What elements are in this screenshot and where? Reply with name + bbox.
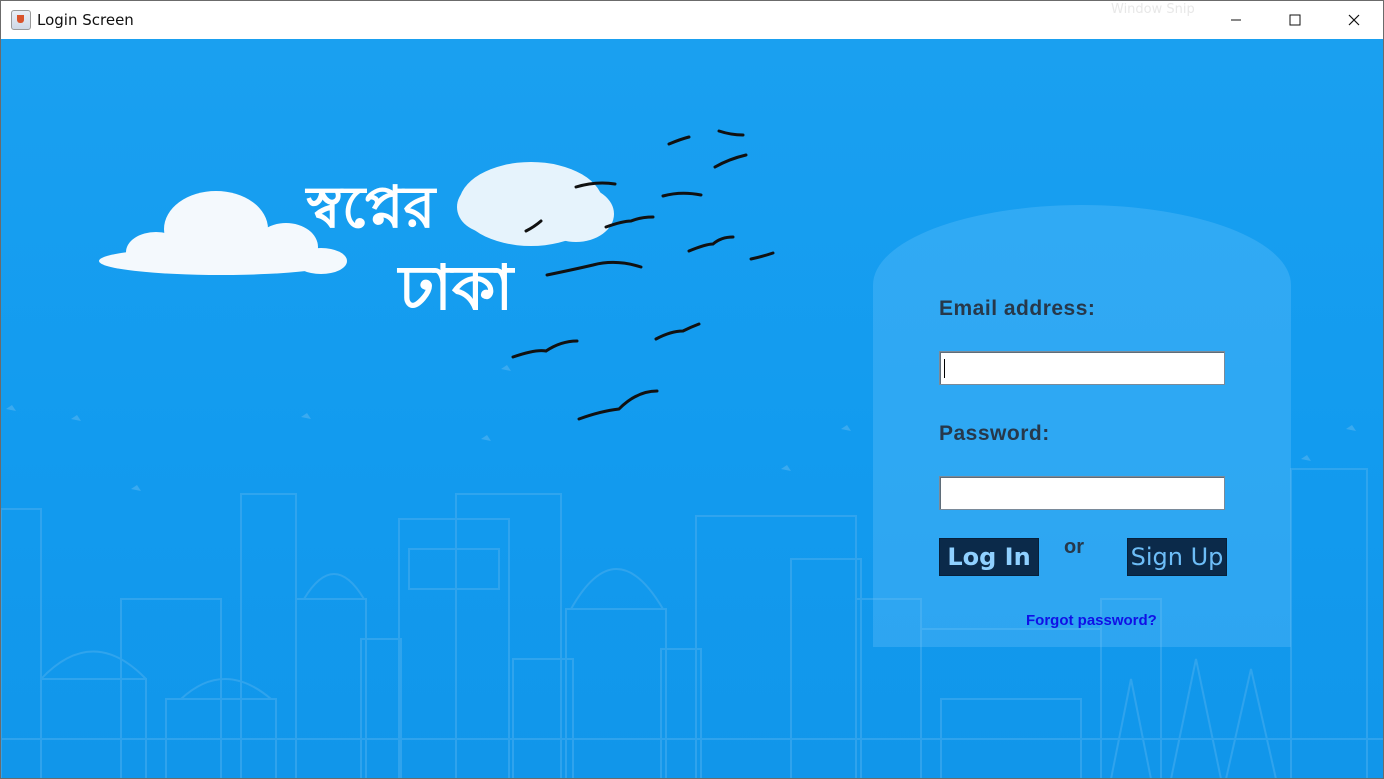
java-app-icon	[11, 10, 31, 30]
signup-button[interactable]: Sign Up	[1127, 538, 1227, 576]
maximize-button[interactable]	[1265, 1, 1324, 39]
password-field[interactable]	[939, 476, 1225, 510]
window-title: Login Screen	[37, 11, 134, 29]
login-panel	[873, 205, 1291, 647]
logo-line-2: ঢাকা	[397, 251, 515, 324]
window-controls	[1206, 1, 1383, 39]
email-label: Email address:	[939, 297, 1096, 320]
text-caret	[944, 359, 945, 378]
cloud-right	[457, 162, 614, 246]
logo-line-1: স্বপ্নের	[305, 173, 438, 241]
forgot-password-link[interactable]: Forgot password?	[1026, 612, 1157, 629]
login-button[interactable]: Log In	[939, 538, 1039, 576]
login-window: Login Screen Window Snip স্বপ্নের ঢাকা E…	[0, 0, 1384, 779]
close-icon	[1348, 14, 1359, 26]
email-field[interactable]	[939, 351, 1225, 385]
maximize-icon	[1289, 14, 1300, 26]
minimize-button[interactable]	[1206, 1, 1265, 39]
close-button[interactable]	[1324, 1, 1383, 39]
or-text: or	[1064, 536, 1084, 558]
title-bar[interactable]: Login Screen Window Snip	[1, 1, 1383, 39]
password-label: Password:	[939, 422, 1050, 445]
background-canvas: স্বপ্নের ঢাকা Email address: Password: L…	[1, 39, 1383, 778]
background-overlay-text: Window Snip	[1111, 2, 1195, 17]
minimize-icon	[1230, 19, 1241, 21]
